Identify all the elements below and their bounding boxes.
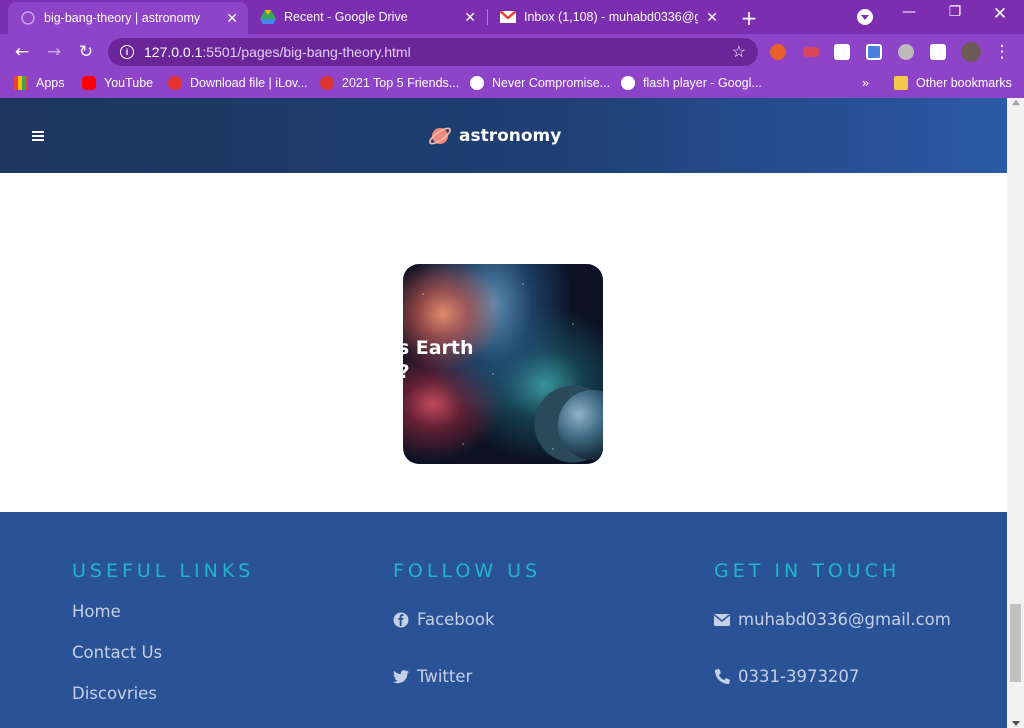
tab-search-icon[interactable] — [857, 9, 873, 25]
tab-google-drive[interactable]: Recent - Google Drive ✕ — [248, 0, 486, 34]
useful-links-heading: USEFUL LINKS — [72, 560, 255, 582]
close-icon[interactable]: ✕ — [706, 9, 718, 26]
reload-icon[interactable]: ↻ — [75, 41, 97, 63]
google-drive-icon — [260, 9, 276, 25]
email-link[interactable]: muhabd0336@gmail.com — [714, 610, 951, 629]
tab-big-bang-theory[interactable]: big-bang-theory | astronomy ✕ — [8, 2, 248, 34]
site-header: astronomy — [0, 98, 1007, 173]
bookmark-youtube[interactable]: YouTube — [82, 76, 153, 90]
back-arrow-icon[interactable]: ← — [11, 41, 33, 63]
bookmark-flash-player[interactable]: flash player - Googl... — [621, 76, 762, 90]
footer-link-home[interactable]: Home — [72, 602, 121, 621]
kebab-menu-icon[interactable]: ⋮ — [991, 41, 1013, 63]
bookmarks-overflow-icon[interactable]: » — [862, 76, 869, 90]
bookmark-label: Other bookmarks — [916, 76, 1012, 90]
useful-links-column: USEFUL LINKS Home Contact Us Discovries — [72, 560, 255, 703]
minimize-icon[interactable]: — — [894, 4, 924, 20]
forward-arrow-icon[interactable]: → — [43, 41, 65, 63]
folder-icon — [894, 76, 908, 90]
facebook-icon — [393, 612, 409, 628]
twitter-icon — [393, 669, 409, 685]
facebook-label: Facebook — [417, 610, 495, 629]
phone-text: 0331-3973207 — [738, 667, 860, 686]
hamburger-menu-icon[interactable] — [32, 131, 44, 141]
page-scrollbar[interactable] — [1007, 98, 1024, 728]
address-bar[interactable]: i 127.0.0.1:5501/pages/big-bang-theory.h… — [108, 38, 758, 66]
get-in-touch-column: GET IN TOUCH muhabd0336@gmail.com 0331-3… — [714, 560, 951, 686]
page-viewport: astronomy as Earth d? USEFUL LINKS Home … — [0, 98, 1007, 728]
twitter-link[interactable]: Twitter — [393, 667, 472, 686]
extension-globe-icon[interactable] — [898, 44, 914, 60]
bookmark-apps[interactable]: Apps — [14, 76, 65, 90]
bookmark-label: Apps — [36, 76, 65, 90]
scroll-down-icon[interactable] — [1012, 721, 1020, 726]
extension-stripes-icon[interactable] — [803, 47, 819, 57]
puzzle-icon[interactable] — [930, 44, 946, 60]
scrollbar-thumb[interactable] — [1010, 604, 1021, 682]
bookmark-label: YouTube — [104, 76, 154, 90]
phone-icon — [714, 669, 730, 685]
footer-link-contact[interactable]: Contact Us — [72, 643, 162, 662]
close-icon[interactable]: ✕ — [226, 10, 238, 27]
phone-link[interactable]: 0331-3973207 — [714, 667, 859, 686]
follow-us-column: FOLLOW US Facebook Twitter — [393, 560, 542, 686]
bookmark-top5-friends[interactable]: 2021 Top 5 Friends... — [320, 76, 459, 90]
tab-gmail-inbox[interactable]: Inbox (1,108) - muhabd0336@gm ✕ — [488, 0, 728, 34]
tab-title: Inbox (1,108) - muhabd0336@gm — [524, 10, 698, 24]
scroll-up-icon[interactable] — [1012, 100, 1020, 105]
bookmark-never-compromise[interactable]: Never Compromise... — [470, 76, 610, 90]
google-icon — [621, 76, 635, 90]
globe-icon — [20, 10, 36, 26]
tab-strip: big-bang-theory | astronomy ✕ Recent - G… — [0, 0, 1024, 34]
tab-title: Recent - Google Drive — [284, 10, 408, 24]
site-logo[interactable]: astronomy — [427, 123, 561, 149]
url-host: 127.0.0.1 — [144, 44, 203, 60]
facebook-link[interactable]: Facebook — [393, 610, 495, 629]
apps-grid-icon — [14, 76, 28, 90]
url-path: :5501/pages/big-bang-theory.html — [202, 44, 411, 60]
star-badge-icon — [470, 76, 484, 90]
planet-icon — [429, 127, 451, 145]
extension-screen-icon[interactable] — [866, 44, 882, 60]
extension-cloud-icon[interactable] — [834, 44, 850, 60]
bookmark-other[interactable]: Other bookmarks — [894, 76, 1012, 90]
twitter-label: Twitter — [417, 667, 473, 686]
browser-toolbar: ← → ↻ i 127.0.0.1:5501/pages/big-bang-th… — [0, 34, 1024, 70]
site-footer: USEFUL LINKS Home Contact Us Discovries … — [0, 512, 1007, 728]
restore-icon[interactable]: ❐ — [940, 4, 970, 20]
article-card[interactable]: as Earth d? — [403, 264, 603, 464]
close-icon[interactable]: ✕ — [464, 9, 476, 26]
card-title: as Earth d? — [403, 337, 474, 383]
bookmark-label: Never Compromise... — [492, 76, 611, 90]
new-tab-icon[interactable]: + — [738, 6, 760, 30]
bookmark-label: Download file | iLov... — [190, 76, 308, 90]
cherry-icon — [320, 76, 334, 90]
gmail-icon — [500, 9, 516, 25]
avatar[interactable] — [961, 42, 981, 62]
bookmark-label: flash player - Googl... — [643, 76, 762, 90]
footer-link-discoveries[interactable]: Discovries — [72, 684, 157, 703]
logo-text: astronomy — [459, 126, 562, 146]
envelope-icon — [714, 612, 730, 628]
get-in-touch-heading: GET IN TOUCH — [714, 560, 901, 582]
window-close-icon[interactable]: ✕ — [985, 4, 1015, 24]
follow-us-heading: FOLLOW US — [393, 560, 542, 582]
extension-infinity-icon[interactable] — [770, 44, 786, 60]
heart-icon — [168, 76, 182, 90]
email-text: muhabd0336@gmail.com — [738, 610, 951, 629]
tab-title: big-bang-theory | astronomy — [44, 11, 201, 25]
bookmark-star-icon[interactable]: ☆ — [732, 42, 746, 62]
bookmark-ilovepdf[interactable]: Download file | iLov... — [168, 76, 308, 90]
youtube-icon — [82, 76, 96, 90]
bookmarks-bar: Apps YouTube Download file | iLov... 202… — [0, 70, 1024, 98]
info-icon[interactable]: i — [120, 45, 134, 59]
bookmark-label: 2021 Top 5 Friends... — [342, 76, 460, 90]
